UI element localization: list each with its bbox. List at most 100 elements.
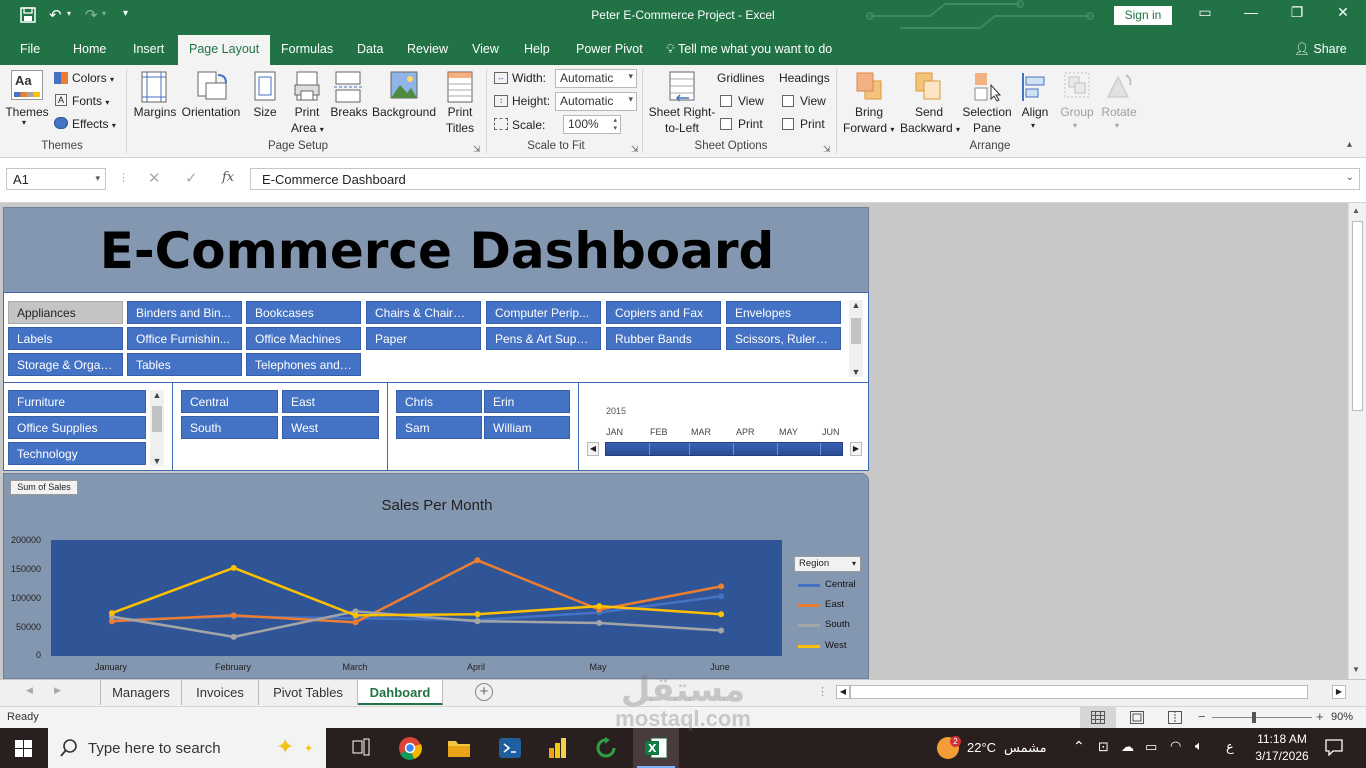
print-titles-line2[interactable]: Titles [440, 121, 480, 135]
sheet-tab-invoices[interactable]: Invoices [182, 680, 259, 705]
data-point-west[interactable] [230, 564, 237, 571]
clock-time[interactable]: 11:18 AM [1252, 732, 1312, 746]
group-button[interactable]: Group [1056, 105, 1098, 119]
data-point-west[interactable] [352, 612, 359, 619]
scroll-down-icon[interactable]: ▼ [1352, 665, 1360, 674]
zoom-in-icon[interactable]: + [1316, 709, 1324, 724]
sum-of-sales-field-button[interactable]: Sum of Sales [10, 480, 78, 495]
slicer-item-subcategory[interactable]: Office Furnishin... [127, 327, 242, 350]
vscode-icon[interactable] [497, 736, 523, 760]
page-break-preview-icon[interactable] [1168, 711, 1182, 724]
slicer-item-subcategory[interactable]: Envelopes [726, 301, 841, 324]
scroll-thumb[interactable] [851, 318, 861, 344]
slicer-item-region[interactable]: East [282, 390, 379, 413]
tab-home[interactable]: Home [73, 42, 106, 56]
slicer-scrollbar[interactable]: ▲ ▼ [150, 390, 164, 466]
weather-temperature[interactable]: 22°C [967, 740, 996, 755]
slicer-item-subcategory[interactable]: Labels [8, 327, 123, 350]
task-view-icon[interactable] [348, 736, 374, 760]
timeline-scroll-right-icon[interactable]: ▶ [850, 442, 862, 456]
slicer-item-region[interactable]: Central [181, 390, 278, 413]
timeline-month[interactable]: JAN [606, 427, 623, 437]
breaks-button[interactable]: Breaks [328, 105, 370, 119]
data-point-west[interactable] [596, 603, 603, 610]
name-box-dropdown-icon[interactable]: ▾ [95, 173, 100, 184]
scale-to-fit-launcher-icon[interactable]: ⇲ [631, 144, 639, 155]
scroll-up-icon[interactable]: ▲ [150, 390, 164, 400]
slicer-item-manager[interactable]: Sam [396, 416, 482, 439]
data-point-west[interactable] [718, 611, 725, 618]
tab-review[interactable]: Review [407, 42, 448, 56]
tab-formulas[interactable]: Formulas [281, 42, 333, 56]
chrome-icon[interactable] [397, 736, 423, 760]
data-point-east[interactable] [352, 619, 359, 626]
slicer-item-category[interactable]: Furniture [8, 390, 146, 413]
margins-button[interactable]: Margins [131, 105, 179, 119]
sales-chart[interactable]: Sum of Sales Sales Per Month 200000 1500… [3, 473, 869, 679]
slicer-item-region[interactable]: South [181, 416, 278, 439]
new-sheet-icon[interactable]: + [475, 683, 493, 701]
sign-in-button[interactable]: Sign in [1114, 6, 1172, 25]
selection-pane-line1[interactable]: Selection [958, 105, 1016, 119]
timeline-month[interactable]: MAR [691, 427, 711, 437]
group-dropdown-icon[interactable]: ▾ [1073, 121, 1077, 130]
width-select[interactable]: Automatic ▾ [555, 69, 637, 88]
volume-icon[interactable]: 🔈︎ [1195, 738, 1203, 754]
slicer-item-subcategory[interactable]: Computer Perip... [486, 301, 601, 324]
gridlines-view-checkbox[interactable] [720, 95, 732, 107]
send-backward-line1[interactable]: Send [899, 105, 959, 119]
timeline-month[interactable]: APR [736, 427, 755, 437]
enter-icon[interactable]: ✓ [185, 169, 198, 187]
minimize-icon[interactable]: — [1236, 4, 1266, 20]
fonts-button[interactable]: Fonts ▾ [72, 94, 109, 108]
slicer-item-category[interactable]: Office Supplies [8, 416, 146, 439]
data-point-east[interactable] [718, 583, 725, 590]
zoom-slider[interactable] [1212, 717, 1312, 718]
copilot-sparkle-icon[interactable]: ✦ [276, 734, 294, 760]
hscroll-thumb[interactable] [850, 685, 1308, 699]
file-explorer-icon[interactable] [446, 736, 472, 760]
zoom-level[interactable]: 90% [1331, 711, 1353, 723]
gridlines-print-checkbox[interactable] [720, 118, 732, 130]
timeline-scroll-left-icon[interactable]: ◀ [587, 442, 599, 456]
page-setup-launcher-icon[interactable]: ⇲ [473, 144, 481, 155]
data-point-west[interactable] [108, 610, 115, 617]
sheet-right-to-left-line1[interactable]: Sheet Right- [645, 105, 719, 119]
page-layout-view-icon[interactable] [1130, 711, 1144, 724]
background-button[interactable]: Background [370, 105, 438, 119]
slicer-item-region[interactable]: West [282, 416, 379, 439]
share-button[interactable]: 👤︎ Share [1294, 42, 1347, 57]
next-sheet-icon[interactable]: ▶ [54, 685, 61, 696]
battery-icon[interactable]: ▭ [1145, 739, 1157, 755]
slicer-item-subcategory[interactable]: Chairs & Chairm... [366, 301, 481, 324]
scroll-up-icon[interactable]: ▲ [849, 300, 863, 310]
slicer-item-manager[interactable]: Erin [484, 390, 570, 413]
sheet-tab-dahboard[interactable]: Dahboard [358, 680, 443, 705]
taskbar-search[interactable]: Type here to search ✦ ✦ [48, 728, 326, 768]
data-point-east[interactable] [474, 557, 481, 564]
formula-input[interactable]: E-Commerce Dashboard ⌄ [250, 168, 1360, 190]
hscroll-left-icon[interactable]: ◀ [836, 685, 850, 699]
weather-condition[interactable]: مشمس [1004, 740, 1047, 756]
wifi-icon[interactable]: ◠ [1170, 738, 1181, 754]
scroll-down-icon[interactable]: ▼ [150, 456, 164, 466]
rotate-button[interactable]: Rotate [1098, 105, 1140, 119]
cancel-icon[interactable]: ✕ [148, 169, 161, 187]
data-point-east[interactable] [230, 612, 237, 619]
bring-forward-line1[interactable]: Bring [840, 105, 898, 119]
webcam-icon[interactable]: ⊡ [1098, 739, 1109, 755]
refresh-app-icon[interactable] [594, 736, 620, 760]
ribbon-display-options-icon[interactable]: ▭ [1190, 4, 1220, 21]
timeline-month[interactable]: MAY [779, 427, 798, 437]
data-point-south[interactable] [230, 633, 237, 640]
slicer-scrollbar[interactable]: ▲ ▼ [849, 300, 863, 377]
slicer-item-category[interactable]: Technology [8, 442, 146, 465]
data-point-central[interactable] [718, 593, 725, 600]
onedrive-icon[interactable]: ☁ [1121, 739, 1134, 755]
align-button[interactable]: Align [1016, 105, 1054, 119]
show-hidden-icons-icon[interactable]: ⌃ [1073, 738, 1085, 755]
excel-taskbar-button[interactable]: X [633, 728, 679, 768]
tab-file[interactable]: File [20, 42, 40, 56]
slicer-item-subcategory[interactable]: Telephones and ... [246, 353, 361, 376]
orientation-button[interactable]: Orientation [180, 105, 242, 119]
